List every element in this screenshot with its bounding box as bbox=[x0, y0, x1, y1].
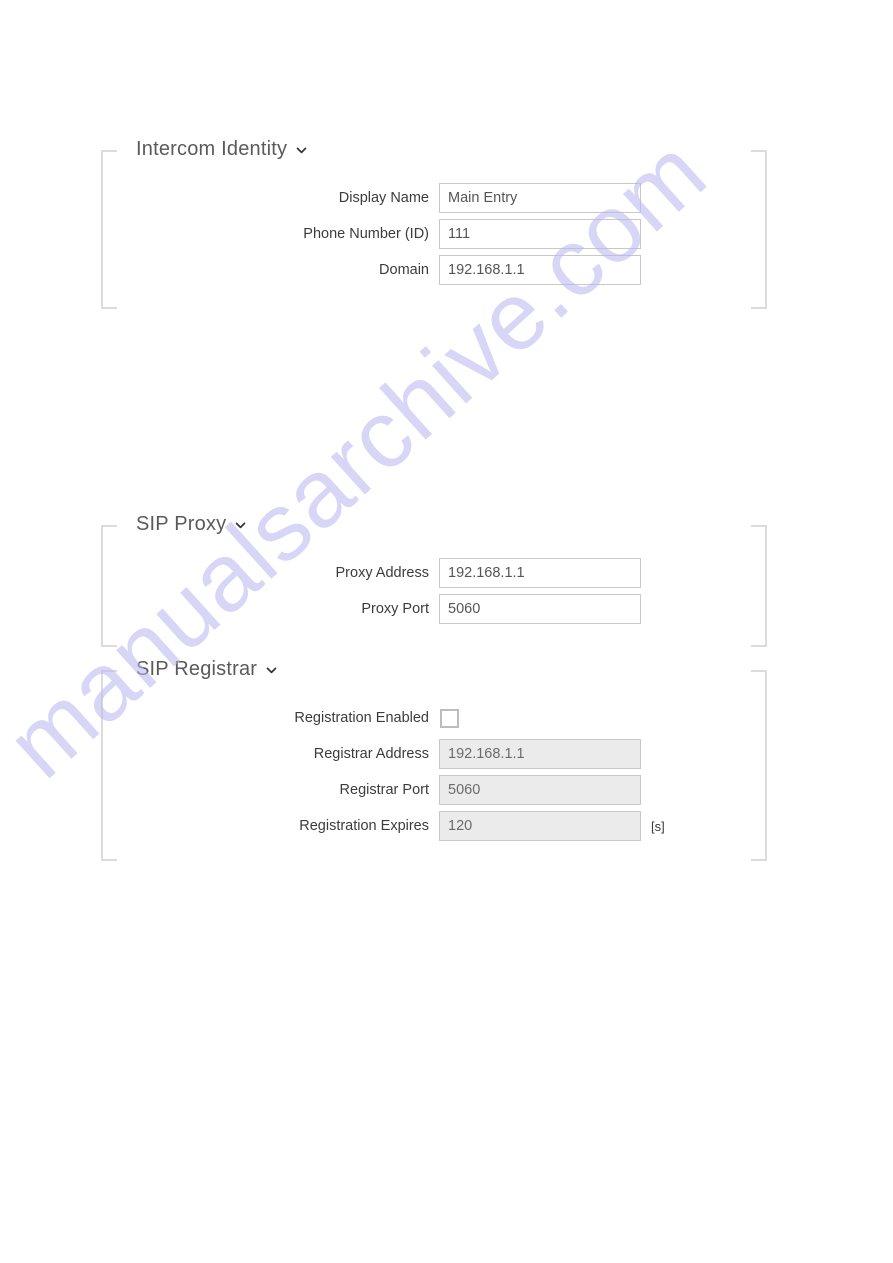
section-header-sip-registrar[interactable]: SIP Registrar bbox=[136, 658, 284, 681]
form-row-domain: Domain bbox=[101, 255, 641, 285]
form-row-proxy-port: Proxy Port bbox=[101, 594, 641, 624]
frame-bracket-right bbox=[751, 670, 767, 861]
field-label-display-name: Display Name bbox=[338, 189, 429, 206]
section-title-label: SIP Proxy bbox=[136, 513, 227, 535]
phone-number-input[interactable] bbox=[439, 219, 641, 249]
form-row-display-name: Display Name bbox=[101, 183, 641, 213]
display-name-input[interactable] bbox=[439, 183, 641, 213]
settings-page: Intercom Identity Display Name Phone Num… bbox=[0, 0, 893, 1263]
registration-expires-input[interactable] bbox=[439, 811, 641, 841]
section-title-label: SIP Registrar bbox=[136, 658, 258, 680]
frame-bracket-right bbox=[751, 525, 767, 647]
section-header-sip-proxy[interactable]: SIP Proxy bbox=[136, 513, 253, 536]
registrar-port-input[interactable] bbox=[439, 775, 641, 805]
section-header-intercom-identity[interactable]: Intercom Identity bbox=[136, 138, 314, 161]
registrar-address-input[interactable] bbox=[439, 739, 641, 769]
frame-bracket-right bbox=[751, 150, 767, 309]
registration-expires-unit-label: [s] bbox=[651, 818, 665, 834]
section-sip-registrar: SIP Registrar Registration Enabled Regis… bbox=[101, 658, 767, 861]
form-row-proxy-address: Proxy Address bbox=[101, 558, 641, 588]
field-label-proxy-port: Proxy Port bbox=[361, 600, 429, 617]
section-sip-proxy: SIP Proxy Proxy Address Proxy Port bbox=[101, 513, 767, 647]
field-label-registrar-port: Registrar Port bbox=[339, 781, 429, 798]
section-intercom-identity: Intercom Identity Display Name Phone Num… bbox=[101, 138, 767, 309]
chevron-down-icon[interactable] bbox=[235, 520, 246, 531]
field-label-registrar-address: Registrar Address bbox=[313, 745, 429, 762]
form-row-phone-number: Phone Number (ID) bbox=[101, 219, 641, 249]
form-row-registrar-port: Registrar Port bbox=[101, 775, 641, 805]
proxy-port-input[interactable] bbox=[439, 594, 641, 624]
field-label-registration-expires: Registration Expires bbox=[299, 817, 429, 834]
field-label-registration-enabled: Registration Enabled bbox=[294, 709, 429, 726]
domain-input[interactable] bbox=[439, 255, 641, 285]
registration-enabled-checkbox[interactable] bbox=[440, 708, 459, 728]
field-label-proxy-address: Proxy Address bbox=[335, 564, 430, 581]
proxy-address-input[interactable] bbox=[439, 558, 641, 588]
form-row-registration-expires: Registration Expires [s] bbox=[101, 811, 665, 841]
field-label-domain: Domain bbox=[379, 261, 429, 278]
chevron-down-icon[interactable] bbox=[296, 145, 307, 156]
section-title-label: Intercom Identity bbox=[136, 138, 288, 160]
field-label-phone-number: Phone Number (ID) bbox=[303, 225, 429, 242]
form-row-registrar-address: Registrar Address bbox=[101, 739, 641, 769]
form-row-registration-enabled: Registration Enabled bbox=[101, 703, 459, 733]
chevron-down-icon[interactable] bbox=[266, 665, 277, 676]
